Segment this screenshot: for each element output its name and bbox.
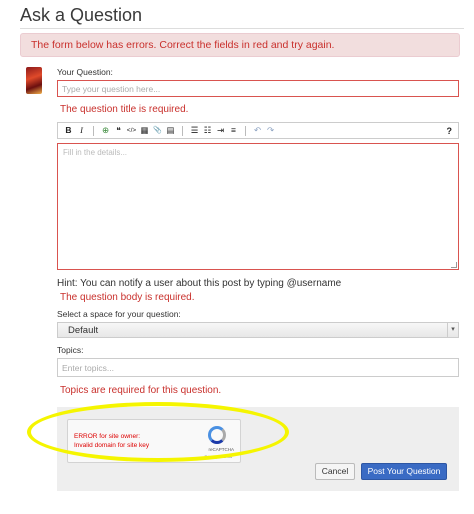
- post-question-button[interactable]: Post Your Question: [361, 463, 447, 480]
- question-label: Your Question:: [57, 67, 113, 77]
- space-label: Select a space for your question:: [57, 309, 181, 319]
- cancel-button[interactable]: Cancel: [315, 463, 355, 480]
- details-textarea[interactable]: Fill in the details...: [57, 143, 459, 270]
- toolbar-divider: [182, 125, 183, 136]
- attach-icon[interactable]: 📎: [151, 123, 164, 138]
- quote-icon[interactable]: ❝: [112, 123, 125, 138]
- topics-label: Topics:: [57, 345, 84, 355]
- toolbar-divider: [93, 125, 94, 136]
- editor-toolbar: B I ⊕ ❝ </> ▦ 📎 ▤ ☰ ☷ ⇥ ≡ ↶ ↷ ?: [57, 122, 459, 139]
- question-input[interactable]: Type your question here...: [57, 80, 459, 97]
- mention-hint: Hint: You can notify a user about this p…: [57, 278, 342, 289]
- body-error: The question body is required.: [60, 292, 195, 303]
- ordered-list-icon[interactable]: ☰: [188, 123, 201, 138]
- page-title: Ask a Question: [20, 5, 143, 25]
- highlight-annotation: [27, 402, 289, 462]
- bullet-list-icon[interactable]: ☷: [201, 123, 214, 138]
- bold-button[interactable]: B: [62, 123, 75, 138]
- space-selected-value: Default: [68, 325, 99, 336]
- chevron-down-icon: ▾: [447, 323, 458, 337]
- space-select[interactable]: Default ▾: [57, 322, 459, 338]
- topics-input[interactable]: Enter topics...: [57, 358, 459, 377]
- italic-button[interactable]: I: [75, 123, 88, 138]
- redo-icon[interactable]: ↷: [264, 123, 277, 138]
- help-icon[interactable]: ?: [447, 126, 453, 136]
- align-icon[interactable]: ▤: [164, 123, 177, 138]
- indent-icon[interactable]: ⇥: [214, 123, 227, 138]
- resize-handle[interactable]: [451, 262, 457, 268]
- question-error: The question title is required.: [60, 104, 189, 115]
- avatar: [26, 67, 42, 94]
- details-placeholder: Fill in the details...: [63, 148, 128, 157]
- heading-icon[interactable]: ≡: [227, 123, 240, 138]
- title-divider: [20, 28, 464, 29]
- undo-icon[interactable]: ↶: [251, 123, 264, 138]
- code-icon[interactable]: </>: [125, 123, 138, 138]
- link-icon[interactable]: ⊕: [99, 123, 112, 138]
- toolbar-divider: [245, 125, 246, 136]
- topics-error: Topics are required for this question.: [60, 385, 222, 396]
- error-alert: The form below has errors. Correct the f…: [20, 33, 460, 57]
- image-icon[interactable]: ▦: [138, 123, 151, 138]
